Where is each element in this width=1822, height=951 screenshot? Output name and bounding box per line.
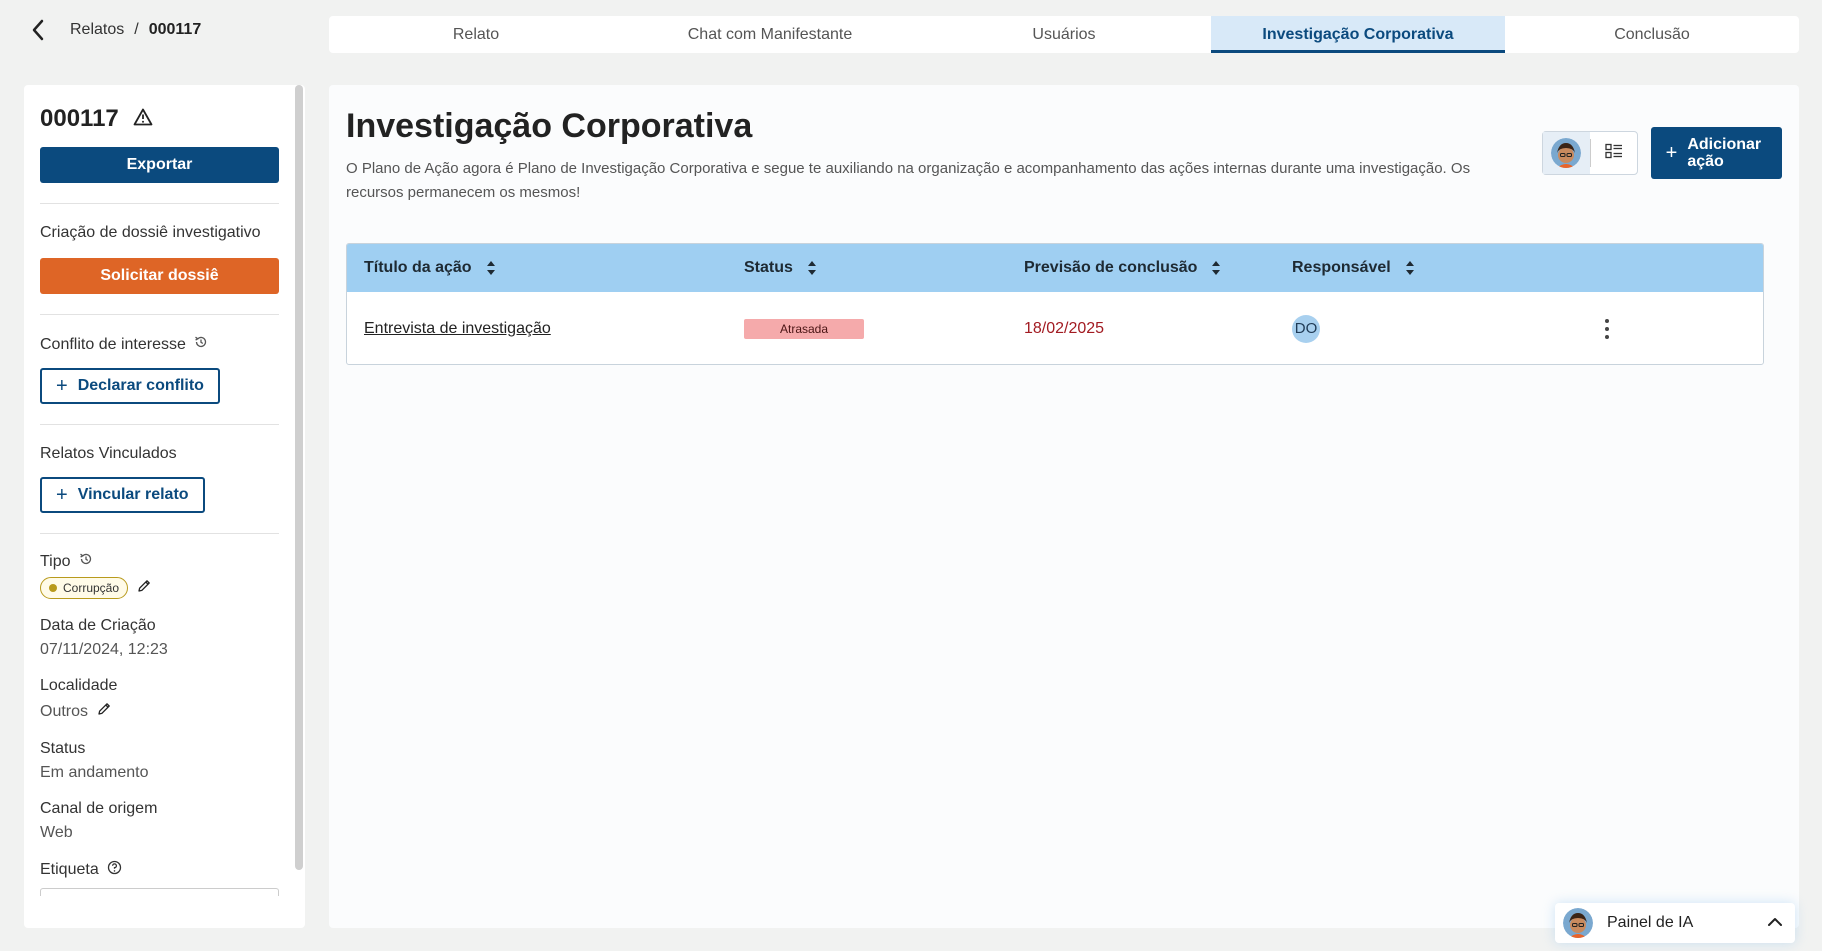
plus-icon: +: [1665, 141, 1678, 164]
column-header-due[interactable]: Previsão de conclusão: [1024, 259, 1221, 277]
tag-input[interactable]: [40, 888, 279, 896]
row-menu-icon[interactable]: [1597, 318, 1617, 339]
channel-value: Web: [40, 824, 73, 841]
column-header-status[interactable]: Status: [744, 259, 817, 277]
back-arrow-icon[interactable]: [26, 18, 50, 42]
tab-investigacao-corporativa[interactable]: Investigação Corporativa: [1211, 16, 1505, 53]
help-icon[interactable]: [107, 860, 122, 880]
case-header: 000117: [40, 105, 279, 133]
divider: [40, 424, 279, 425]
tipo-tag-label: Corrupção: [63, 581, 120, 595]
breadcrumb-separator: /: [134, 21, 139, 38]
due-date: 18/02/2025: [1024, 319, 1105, 337]
ai-panel-toggle[interactable]: Painel de IA: [1555, 903, 1795, 943]
sort-icon[interactable]: [1211, 260, 1221, 276]
tipo-value-row: Corrupção: [40, 577, 279, 599]
declare-conflict-button[interactable]: + Declarar conflito: [40, 368, 220, 404]
sort-icon[interactable]: [486, 260, 496, 276]
linked-section-label: Relatos Vinculados: [40, 445, 177, 462]
page-title: Investigação Corporativa: [346, 107, 753, 145]
sort-icon[interactable]: [807, 260, 817, 276]
actions-table: Título da ação Status Previsão de conclu…: [346, 243, 1764, 365]
status-value: Em andamento: [40, 764, 149, 781]
conflict-section-label: Conflito de interesse: [40, 335, 186, 353]
page-description: O Plano de Ação agora é Plano de Investi…: [346, 160, 1471, 201]
view-toggle: [1542, 131, 1638, 175]
request-dossie-button[interactable]: Solicitar dossiê: [40, 258, 279, 294]
tag-label: Etiqueta: [40, 861, 99, 878]
declare-conflict-label: Declarar conflito: [77, 377, 204, 394]
breadcrumb: Relatos / 000117: [26, 16, 201, 44]
breadcrumb-parent-link[interactable]: Relatos: [70, 21, 124, 39]
column-title-label: Título da ação: [364, 259, 472, 276]
tipo-field: Tipo: [40, 552, 279, 571]
export-button[interactable]: Exportar: [40, 147, 279, 183]
edit-pencil-icon[interactable]: [136, 578, 152, 599]
warning-icon: [133, 105, 153, 133]
table-header: Título da ação Status Previsão de conclu…: [347, 244, 1763, 292]
plus-icon: +: [56, 483, 68, 506]
locality-value: Outros: [40, 702, 89, 720]
sort-icon[interactable]: [1405, 260, 1415, 276]
column-status-label: Status: [744, 259, 793, 276]
tab-bar: Relato Chat com Manifestante Usuários In…: [329, 16, 1799, 53]
case-sidebar: 000117 Exportar Criação de dossiê invest…: [24, 85, 305, 928]
column-header-title[interactable]: Título da ação: [364, 259, 496, 277]
divider: [40, 533, 279, 534]
created-value: 07/11/2024, 12:23: [40, 641, 168, 658]
edit-pencil-icon[interactable]: [96, 701, 112, 722]
tab-conclusao[interactable]: Conclusão: [1505, 16, 1799, 53]
dossie-section-label: Criação de dossiê investigativo: [40, 224, 261, 241]
status-badge: Atrasada: [744, 318, 864, 339]
column-due-label: Previsão de conclusão: [1024, 259, 1198, 276]
chevron-up-icon[interactable]: [1767, 914, 1783, 932]
tab-usuarios[interactable]: Usuários: [917, 16, 1211, 53]
ai-panel-label: Painel de IA: [1607, 914, 1694, 931]
tag-field: Etiqueta: [40, 860, 279, 880]
locality-label: Localidade: [40, 677, 118, 694]
channel-label: Canal de origem: [40, 800, 158, 817]
tab-chat-manifestante[interactable]: Chat com Manifestante: [623, 16, 917, 53]
column-owner-label: Responsável: [1292, 259, 1391, 276]
column-header-owner[interactable]: Responsável: [1292, 259, 1415, 277]
history-icon[interactable]: [194, 335, 208, 354]
case-id: 000117: [40, 105, 119, 132]
link-report-label: Vincular relato: [77, 486, 189, 503]
created-label: Data de Criação: [40, 617, 156, 634]
sidebar-scrollbar[interactable]: [295, 85, 303, 870]
list-view-button[interactable]: [1591, 132, 1638, 174]
locality-value-row: Outros: [40, 701, 279, 722]
main-panel: Investigação Corporativa O Plano de Ação…: [329, 85, 1799, 928]
tab-relato[interactable]: Relato: [329, 16, 623, 53]
table-row[interactable]: Entrevista de investigação Atrasada 18/0…: [347, 292, 1763, 364]
add-action-label: Adicionar ação: [1687, 136, 1762, 170]
ai-avatar-view-button[interactable]: [1543, 132, 1590, 174]
breadcrumb-current: 000117: [148, 21, 202, 38]
action-title-link[interactable]: Entrevista de investigação: [364, 320, 551, 338]
tipo-tag: Corrupção: [40, 577, 129, 599]
divider: [40, 203, 279, 204]
plus-icon: +: [56, 374, 68, 397]
ai-avatar-icon: [1563, 908, 1593, 938]
tipo-label: Tipo: [40, 552, 71, 570]
divider: [40, 314, 279, 315]
conflict-section: Conflito de interesse: [40, 335, 279, 354]
owner-avatar[interactable]: DO: [1292, 314, 1320, 343]
list-view-icon: [1605, 143, 1623, 164]
tag-dot-icon: [49, 584, 57, 592]
link-report-button[interactable]: + Vincular relato: [40, 477, 205, 513]
add-action-button[interactable]: + Adicionar ação: [1651, 127, 1782, 179]
history-icon[interactable]: [79, 552, 93, 571]
ai-avatar-icon: [1551, 138, 1582, 168]
status-label: Status: [40, 740, 86, 757]
